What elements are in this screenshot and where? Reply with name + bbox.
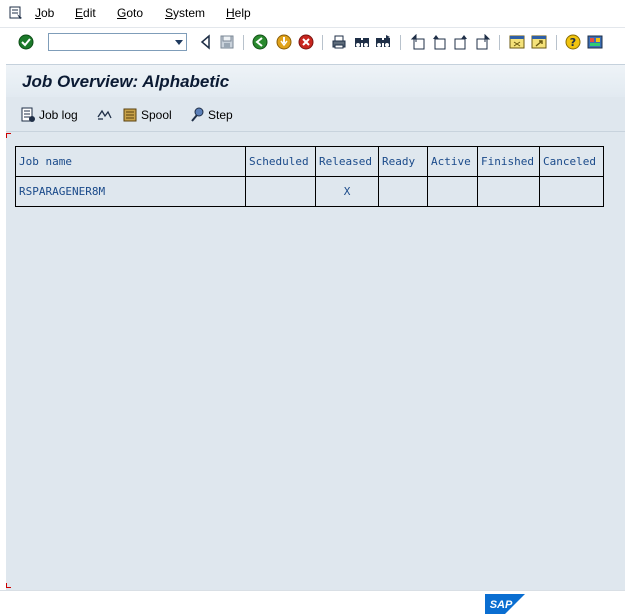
cell-active (427, 176, 478, 207)
help-icon[interactable]: ? (565, 34, 581, 50)
last-page-icon[interactable] (475, 34, 491, 50)
cell-ready (378, 176, 428, 207)
step-button[interactable]: Step (190, 107, 240, 123)
column-header-active[interactable]: Active (427, 146, 478, 177)
cancel-icon[interactable] (298, 34, 314, 50)
shortcut-icon[interactable] (531, 34, 547, 50)
create-session-icon[interactable] (509, 34, 525, 50)
toolbar-separator (556, 35, 557, 50)
spool-icon (123, 108, 137, 122)
toolbar-separator (499, 35, 500, 50)
column-header-finished[interactable]: Finished (477, 146, 540, 177)
column-header-canceled[interactable]: Canceled (539, 146, 604, 177)
sap-logo-text: SAP (490, 599, 513, 611)
toolbar-separator (243, 35, 244, 50)
print-icon[interactable] (331, 34, 347, 50)
job-log-button[interactable]: Job log (20, 107, 82, 123)
menu-bar: Job Edit Goto System Help (0, 0, 625, 28)
job-log-icon (21, 107, 35, 122)
spool-label: Spool (141, 108, 172, 122)
page-title: Job Overview: Alphabetic (22, 72, 230, 91)
green-back-icon[interactable] (252, 34, 268, 50)
status-bar: SAP (0, 590, 625, 616)
main-screen: Job Overview: Alphabetic Job log Spool S… (6, 64, 625, 591)
cell-released: X (315, 176, 379, 207)
cell-scheduled (245, 176, 316, 207)
column-header-scheduled[interactable]: Scheduled (245, 146, 316, 177)
refresh-icon (97, 109, 112, 120)
menu-goto[interactable]: Goto (117, 6, 143, 20)
first-page-icon[interactable] (410, 34, 426, 50)
title-bar: Job Overview: Alphabetic (6, 65, 625, 97)
application-toolbar: Job log Spool Step (6, 98, 625, 132)
job-log-label: Job log (39, 108, 78, 122)
step-label: Step (208, 108, 233, 122)
find-icon[interactable] (354, 34, 370, 50)
toolbar-separator (400, 35, 401, 50)
find-next-icon[interactable] (375, 34, 391, 50)
column-header-ready[interactable]: Ready (378, 146, 428, 177)
command-field[interactable] (48, 33, 187, 51)
menu-help[interactable]: Help (226, 6, 251, 20)
next-page-icon[interactable] (453, 34, 469, 50)
column-header-job-name[interactable]: Job name (15, 146, 246, 177)
exit-icon[interactable] (276, 34, 292, 50)
save-icon[interactable] (219, 34, 235, 50)
cell-finished (477, 176, 540, 207)
back-icon[interactable] (198, 34, 214, 50)
previous-page-icon[interactable] (431, 34, 447, 50)
spool-button[interactable]: Spool (122, 107, 178, 123)
column-header-released[interactable]: Released (315, 146, 379, 177)
chevron-down-icon[interactable] (175, 40, 183, 45)
step-icon (191, 107, 204, 122)
command-input[interactable] (51, 35, 161, 49)
toolbar-separator (322, 35, 323, 50)
table-header-row: Job name Scheduled Released Ready Active… (15, 146, 604, 177)
svg-text:?: ? (570, 36, 576, 49)
enter-icon[interactable] (18, 34, 34, 50)
standard-toolbar: ? (0, 28, 625, 58)
corner-marker (6, 133, 11, 138)
job-table: Job name Scheduled Released Ready Active… (15, 146, 604, 207)
menu-system[interactable]: System (165, 6, 205, 20)
menu-edit[interactable]: Edit (75, 6, 96, 20)
corner-marker (6, 583, 11, 588)
system-menu-icon[interactable] (8, 5, 24, 21)
refresh-button[interactable] (96, 107, 114, 123)
table-row[interactable]: RSPARAGENER8M X (15, 176, 604, 207)
sap-logo: SAP (485, 594, 525, 614)
layout-icon[interactable] (587, 34, 603, 50)
menu-job[interactable]: Job (35, 6, 54, 20)
cell-job-name[interactable]: RSPARAGENER8M (15, 176, 246, 207)
cell-canceled (539, 176, 604, 207)
